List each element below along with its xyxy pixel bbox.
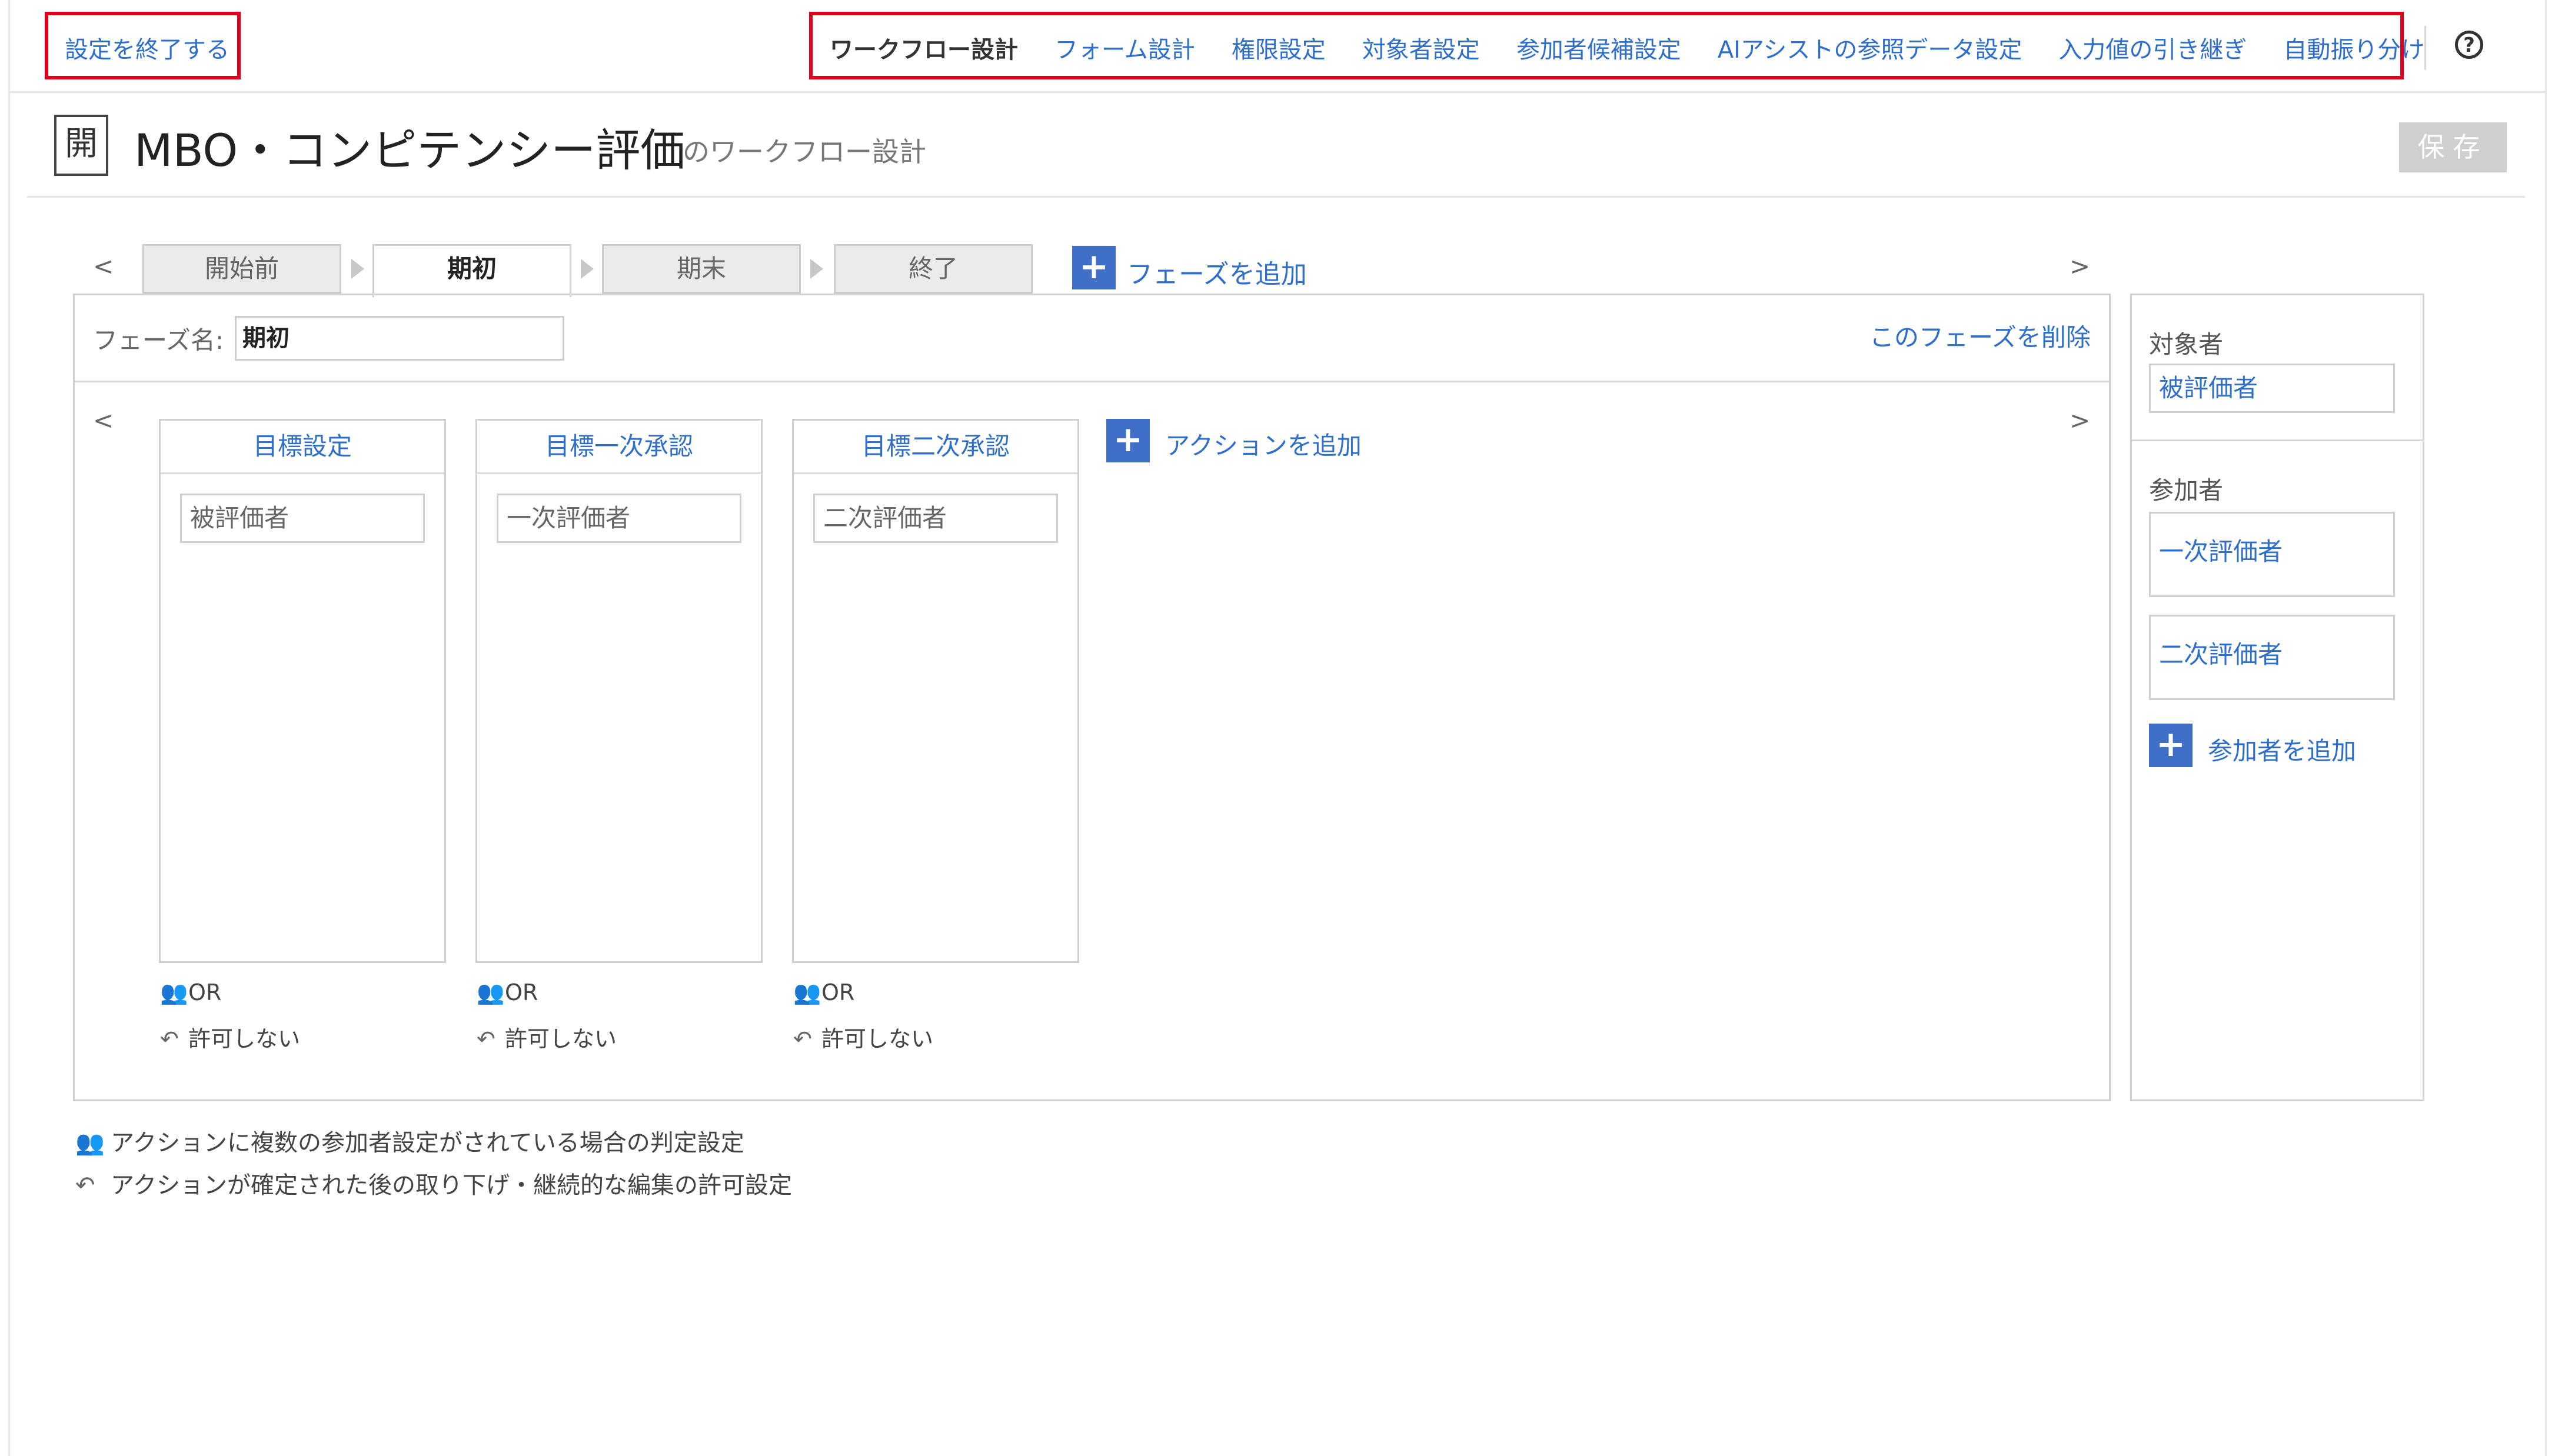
phase-next-arrow[interactable]: > [2070, 252, 2090, 281]
phase-name-label: フェーズ名: [93, 326, 224, 355]
users-icon: 👥 [75, 1130, 105, 1157]
legend-judgement: 👥 アクションに複数の参加者設定がされている場合の判定設定 [75, 1130, 744, 1157]
nav-target-settings[interactable]: 対象者設定 [1362, 31, 1480, 65]
page-title: MBO・コンピテンシー評価 [134, 124, 686, 176]
title-divider [27, 196, 2525, 198]
nav-auto-assignment[interactable]: 自動振り分け [2283, 31, 2424, 65]
judgement-setting[interactable]: 👥OR [793, 979, 854, 1006]
undo-icon: ↶ [160, 1026, 179, 1052]
nav-participant-candidates[interactable]: 参加者候補設定 [1516, 31, 1681, 65]
revert-setting[interactable]: ↶ 許可しない [160, 1021, 300, 1053]
action-title-second-approval[interactable]: 目標二次承認 [794, 421, 1077, 474]
action-title-first-approval[interactable]: 目標一次承認 [477, 421, 761, 474]
nav-workflow-design[interactable]: ワークフロー設計 [830, 31, 1018, 65]
add-action-link[interactable]: アクションを追加 [1165, 426, 1362, 462]
participants-label: 参加者 [2149, 476, 2224, 505]
phase-tab-finished[interactable]: 終了 [834, 244, 1033, 294]
side-divider [2132, 439, 2423, 441]
participant-item[interactable]: 一次評価者 [2149, 512, 2395, 597]
action-prev-arrow[interactable]: < [93, 406, 114, 435]
phase-tab-initial[interactable]: 期初 [372, 244, 571, 297]
phase-arrow-icon [810, 259, 823, 279]
nav-input-carryover[interactable]: 入力値の引き継ぎ [2058, 31, 2247, 65]
phase-name-input[interactable]: 期初 [235, 316, 564, 361]
action-card: 目標一次承認 一次評価者 [475, 419, 763, 963]
action-role-field[interactable]: 一次評価者 [497, 494, 741, 543]
phase-tab-before-start[interactable]: 開始前 [142, 244, 341, 294]
users-icon: 👥 [477, 979, 505, 1005]
help-icon[interactable]: ? [2455, 31, 2483, 59]
judgement-setting[interactable]: 👥OR [477, 979, 538, 1006]
undo-icon: ↶ [793, 1026, 812, 1052]
action-title-goal-setting[interactable]: 目標設定 [161, 421, 444, 474]
header-divider [2424, 26, 2426, 70]
action-role-field[interactable]: 被評価者 [180, 494, 425, 543]
participant-item[interactable]: 二次評価者 [2149, 615, 2395, 700]
settings-nav: ワークフロー設計 フォーム設計 権限設定 対象者設定 参加者候補設定 AIアシス… [830, 31, 2461, 65]
judgement-setting[interactable]: 👥OR [160, 979, 221, 1006]
action-role-field[interactable]: 二次評価者 [813, 494, 1058, 543]
workflow-type-icon: 開 [54, 115, 108, 176]
phase-arrow-icon [351, 259, 364, 279]
page-subtitle: のワークフロー設計 [683, 136, 926, 168]
add-participant-plus-icon[interactable]: + [2149, 724, 2193, 767]
legend-revert: ↶ アクションが確定された後の取り下げ・継続的な編集の許可設定 [75, 1172, 792, 1199]
revert-setting[interactable]: ↶ 許可しない [477, 1021, 617, 1053]
add-action-plus-icon[interactable]: + [1106, 419, 1150, 462]
nav-permission-settings[interactable]: 権限設定 [1232, 31, 1326, 65]
users-icon: 👥 [793, 979, 821, 1005]
revert-setting[interactable]: ↶ 許可しない [793, 1021, 933, 1053]
add-phase-plus-icon[interactable]: + [1072, 246, 1116, 289]
undo-icon: ↶ [75, 1172, 95, 1199]
nav-ai-assist-reference[interactable]: AIアシストの参照データ設定 [1718, 31, 2022, 65]
add-participant-link[interactable]: 参加者を追加 [2208, 731, 2356, 767]
phase-tab-end-of-term[interactable]: 期末 [602, 244, 801, 294]
delete-phase-link[interactable]: このフェーズを削除 [1869, 318, 2091, 354]
action-card: 目標二次承認 二次評価者 [792, 419, 1079, 963]
add-phase-link[interactable]: フェーズを追加 [1127, 253, 1307, 291]
action-card: 目標設定 被評価者 [159, 419, 446, 963]
nav-form-design[interactable]: フォーム設計 [1054, 31, 1195, 65]
exit-settings-link[interactable]: 設定を終了する [65, 31, 229, 65]
phase-prev-arrow[interactable]: < [93, 252, 114, 281]
users-icon: 👥 [160, 979, 188, 1005]
target-label: 対象者 [2149, 330, 2224, 359]
phase-arrow-icon [581, 259, 594, 279]
target-field[interactable]: 被評価者 [2149, 364, 2395, 413]
action-next-arrow[interactable]: > [2070, 406, 2090, 435]
undo-icon: ↶ [477, 1026, 495, 1052]
save-button[interactable]: 保存 [2399, 122, 2507, 172]
